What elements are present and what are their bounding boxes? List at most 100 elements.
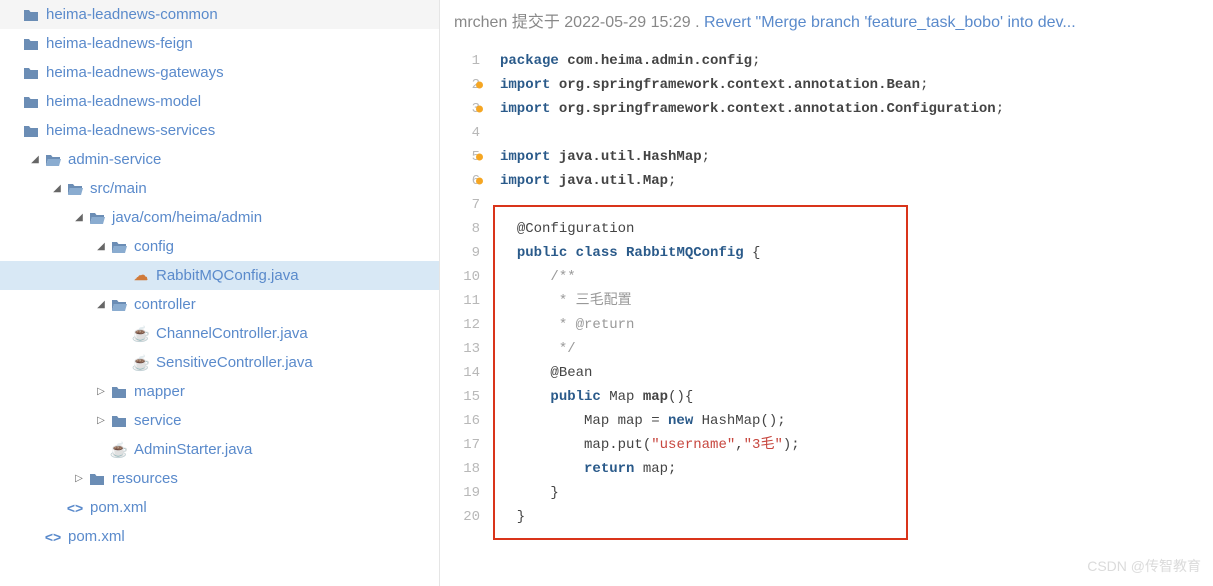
- code-lines: package com.heima.admin.config;import or…: [490, 49, 1213, 586]
- code-line: * 三毛配置: [500, 289, 1213, 313]
- tree-item[interactable]: heima-leadnews-model: [0, 87, 439, 116]
- line-number: 4: [440, 121, 480, 145]
- folder-icon: [22, 6, 40, 24]
- folder-open-icon: [88, 209, 106, 227]
- tree-item[interactable]: ▷ mapper: [0, 377, 439, 406]
- tree-item-label: heima-leadnews-common: [46, 6, 218, 23]
- folder-icon: [110, 383, 128, 401]
- tree-item[interactable]: ☁RabbitMQConfig.java: [0, 261, 439, 290]
- tree-item[interactable]: <>pom.xml: [0, 522, 439, 551]
- tree-item[interactable]: ◢ controller: [0, 290, 439, 319]
- code-line: package com.heima.admin.config;: [500, 49, 1213, 73]
- line-number: 11: [440, 289, 480, 313]
- tree-item-label: heima-leadnews-gateways: [46, 64, 224, 81]
- line-number: 12: [440, 313, 480, 337]
- code-line: return map;: [500, 457, 1213, 481]
- commit-message[interactable]: Revert "Merge branch 'feature_task_bobo'…: [704, 14, 1076, 31]
- code-panel: mrchen 提交于 2022-05-29 15:29 . Revert "Me…: [440, 0, 1213, 586]
- code-line: Map map = new HashMap();: [500, 409, 1213, 433]
- file-tree[interactable]: heima-leadnews-common heima-leadnews-feig…: [0, 0, 440, 586]
- line-number: 19: [440, 481, 480, 505]
- line-number: 2: [440, 73, 480, 97]
- folder-open-icon: [44, 151, 62, 169]
- tree-item-label: admin-service: [68, 151, 161, 168]
- code-line: [500, 121, 1213, 145]
- java-icon: ☕: [110, 441, 128, 459]
- code-line: /**: [500, 265, 1213, 289]
- code-line: import org.springframework.context.annot…: [500, 73, 1213, 97]
- xml-icon: <>: [44, 528, 62, 546]
- java-icon: ☕: [132, 325, 150, 343]
- line-gutter: 1234567891011121314151617181920: [440, 49, 490, 586]
- tree-item[interactable]: heima-leadnews-gateways: [0, 58, 439, 87]
- expander-icon[interactable]: ◢: [94, 299, 108, 310]
- line-number: 10: [440, 265, 480, 289]
- expander-icon[interactable]: ◢: [28, 154, 42, 165]
- expander-icon[interactable]: ▷: [94, 386, 108, 397]
- tree-item-label: service: [134, 412, 182, 429]
- line-number: 3: [440, 97, 480, 121]
- tree-item-label: mapper: [134, 383, 185, 400]
- commit-date: 2022-05-29 15:29: [564, 14, 690, 31]
- line-number: 6: [440, 169, 480, 193]
- xml-icon: <>: [66, 499, 84, 517]
- code-line: public Map map(){: [500, 385, 1213, 409]
- code-line: [500, 193, 1213, 217]
- tree-item-label: config: [134, 238, 174, 255]
- code-line: */: [500, 337, 1213, 361]
- tree-item[interactable]: heima-leadnews-feign: [0, 29, 439, 58]
- java-icon: ☕: [132, 354, 150, 372]
- code-line: public class RabbitMQConfig {: [500, 241, 1213, 265]
- folder-open-icon: [110, 238, 128, 256]
- folder-icon: [88, 470, 106, 488]
- java-m-icon: ☁: [132, 267, 150, 285]
- tree-item-label: heima-leadnews-feign: [46, 35, 193, 52]
- code-line: @Bean: [500, 361, 1213, 385]
- tree-item[interactable]: ☕ AdminStarter.java: [0, 435, 439, 464]
- tree-item[interactable]: ◢ admin-service: [0, 145, 439, 174]
- code-line: }: [500, 481, 1213, 505]
- tree-item[interactable]: ☕ ChannelController.java: [0, 319, 439, 348]
- tree-item-label: resources: [112, 470, 178, 487]
- folder-icon: [22, 122, 40, 140]
- line-number: 7: [440, 193, 480, 217]
- expander-icon[interactable]: ▷: [94, 415, 108, 426]
- tree-item[interactable]: ◢ src/main: [0, 174, 439, 203]
- tree-item[interactable]: heima-leadnews-common: [0, 0, 439, 29]
- line-number: 9: [440, 241, 480, 265]
- commit-author: mrchen: [454, 14, 507, 31]
- expander-icon[interactable]: ◢: [50, 183, 64, 194]
- code-line: }: [500, 505, 1213, 529]
- commit-info: mrchen 提交于 2022-05-29 15:29 . Revert "Me…: [440, 0, 1213, 43]
- tree-item[interactable]: <>pom.xml: [0, 493, 439, 522]
- tree-item-label: src/main: [90, 180, 147, 197]
- tree-item[interactable]: ☕SensitiveController.java: [0, 348, 439, 377]
- expander-icon[interactable]: ◢: [94, 241, 108, 252]
- code-line: @Configuration: [500, 217, 1213, 241]
- line-number: 13: [440, 337, 480, 361]
- expander-icon[interactable]: ◢: [72, 212, 86, 223]
- line-number: 18: [440, 457, 480, 481]
- tree-item-label: AdminStarter.java: [134, 441, 252, 458]
- folder-open-icon: [110, 296, 128, 314]
- expander-icon[interactable]: ▷: [72, 473, 86, 484]
- folder-icon: [22, 93, 40, 111]
- line-number: 5: [440, 145, 480, 169]
- code-line: import java.util.HashMap;: [500, 145, 1213, 169]
- line-number: 14: [440, 361, 480, 385]
- tree-item[interactable]: ▷ service: [0, 406, 439, 435]
- tree-item[interactable]: ▷ resources: [0, 464, 439, 493]
- line-number: 1: [440, 49, 480, 73]
- code-line: * @return: [500, 313, 1213, 337]
- line-number: 15: [440, 385, 480, 409]
- code-editor[interactable]: 1234567891011121314151617181920 package …: [440, 43, 1213, 586]
- folder-icon: [22, 64, 40, 82]
- tree-item-label: controller: [134, 296, 196, 313]
- tree-item-label: ChannelController.java: [156, 325, 308, 342]
- code-line: import java.util.Map;: [500, 169, 1213, 193]
- commit-submitted-label: 提交于: [512, 14, 560, 31]
- line-number: 8: [440, 217, 480, 241]
- tree-item[interactable]: ◢ config: [0, 232, 439, 261]
- tree-item[interactable]: ◢java/com/heima/admin: [0, 203, 439, 232]
- tree-item[interactable]: heima-leadnews-services: [0, 116, 439, 145]
